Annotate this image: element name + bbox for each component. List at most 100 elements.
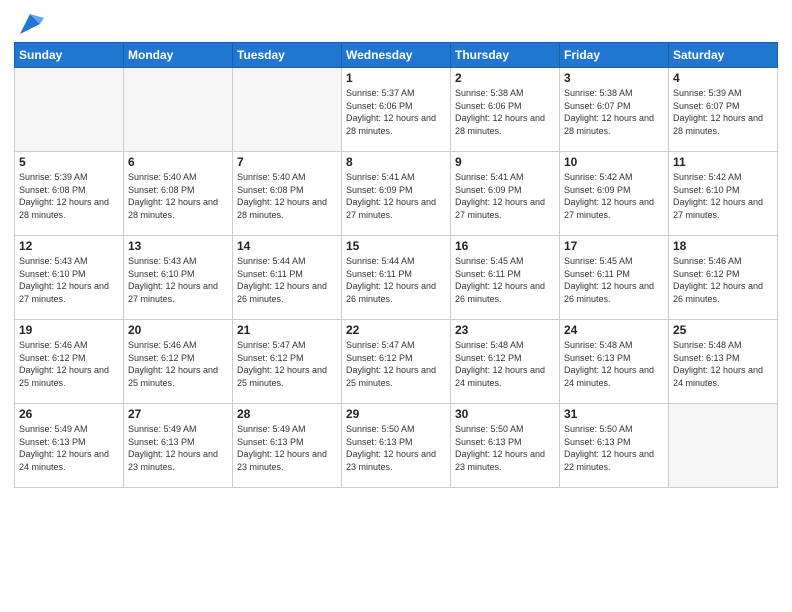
calendar-cell: 26 Sunrise: 5:49 AMSunset: 6:13 PMDayligh… xyxy=(15,404,124,488)
calendar-cell: 17Sunrise: 5:45 AMSunset: 6:11 PMDayligh… xyxy=(560,236,669,320)
day-number: 4 xyxy=(673,71,773,85)
calendar-cell: 8 Sunrise: 5:41 AMSunset: 6:09 PMDaylight… xyxy=(342,152,451,236)
day-number: 20 xyxy=(128,323,228,337)
page: SundayMondayTuesdayWednesdayThursdayFrid… xyxy=(0,0,792,612)
calendar-cell: 21 Sunrise: 5:47 AMSunset: 6:12 PMDayligh… xyxy=(233,320,342,404)
calendar-cell: 15 Sunrise: 5:44 AMSunset: 6:11 PMDayligh… xyxy=(342,236,451,320)
day-info: Sunrise: 5:48 AMSunset: 6:12 PMDaylight:… xyxy=(455,339,555,389)
day-info: Sunrise: 5:46 AMSunset: 6:12 PMDaylight:… xyxy=(19,339,119,389)
day-number: 25 xyxy=(673,323,773,337)
day-number: 10 xyxy=(564,155,664,169)
day-number: 29 xyxy=(346,407,446,421)
day-number: 3 xyxy=(564,71,664,85)
calendar-cell: 18 Sunrise: 5:46 AMSunset: 6:12 PMDayligh… xyxy=(669,236,778,320)
calendar-cell xyxy=(233,68,342,152)
calendar-cell: 3 Sunrise: 5:38 AMSunset: 6:07 PMDaylight… xyxy=(560,68,669,152)
header xyxy=(14,10,778,34)
day-info: Sunrise: 5:42 AMSunset: 6:09 PMDaylight:… xyxy=(564,171,664,221)
day-number: 11 xyxy=(673,155,773,169)
day-number: 7 xyxy=(237,155,337,169)
calendar-cell: 23 Sunrise: 5:48 AMSunset: 6:12 PMDayligh… xyxy=(451,320,560,404)
calendar-table: SundayMondayTuesdayWednesdayThursdayFrid… xyxy=(14,42,778,488)
calendar-cell: 5Sunrise: 5:39 AMSunset: 6:08 PMDaylight… xyxy=(15,152,124,236)
day-info: Sunrise: 5:43 AMSunset: 6:10 PMDaylight:… xyxy=(19,255,119,305)
day-number: 1 xyxy=(346,71,446,85)
logo xyxy=(14,10,44,34)
day-info: Sunrise: 5:41 AMSunset: 6:09 PMDaylight:… xyxy=(455,171,555,221)
calendar-cell: 24Sunrise: 5:48 AMSunset: 6:13 PMDayligh… xyxy=(560,320,669,404)
day-info: Sunrise: 5:45 AMSunset: 6:11 PMDaylight:… xyxy=(564,255,664,305)
day-number: 18 xyxy=(673,239,773,253)
day-number: 16 xyxy=(455,239,555,253)
day-number: 6 xyxy=(128,155,228,169)
calendar-cell xyxy=(15,68,124,152)
day-number: 21 xyxy=(237,323,337,337)
day-number: 5 xyxy=(19,155,119,169)
day-number: 15 xyxy=(346,239,446,253)
weekday-header-wednesday: Wednesday xyxy=(342,43,451,68)
day-number: 9 xyxy=(455,155,555,169)
day-number: 31 xyxy=(564,407,664,421)
week-row-3: 12Sunrise: 5:43 AMSunset: 6:10 PMDayligh… xyxy=(15,236,778,320)
day-info: Sunrise: 5:49 AMSunset: 6:13 PMDaylight:… xyxy=(237,423,337,473)
calendar-cell: 14 Sunrise: 5:44 AMSunset: 6:11 PMDayligh… xyxy=(233,236,342,320)
day-number: 13 xyxy=(128,239,228,253)
day-info: Sunrise: 5:49 AMSunset: 6:13 PMDaylight:… xyxy=(128,423,228,473)
weekday-header-friday: Friday xyxy=(560,43,669,68)
week-row-2: 5Sunrise: 5:39 AMSunset: 6:08 PMDaylight… xyxy=(15,152,778,236)
weekday-header-row: SundayMondayTuesdayWednesdayThursdayFrid… xyxy=(15,43,778,68)
calendar-cell: 25 Sunrise: 5:48 AMSunset: 6:13 PMDayligh… xyxy=(669,320,778,404)
day-number: 28 xyxy=(237,407,337,421)
day-info: Sunrise: 5:49 AMSunset: 6:13 PMDaylight:… xyxy=(19,423,119,473)
day-info: Sunrise: 5:47 AMSunset: 6:12 PMDaylight:… xyxy=(346,339,446,389)
calendar-cell: 19Sunrise: 5:46 AMSunset: 6:12 PMDayligh… xyxy=(15,320,124,404)
week-row-5: 26 Sunrise: 5:49 AMSunset: 6:13 PMDayligh… xyxy=(15,404,778,488)
day-info: Sunrise: 5:46 AMSunset: 6:12 PMDaylight:… xyxy=(673,255,773,305)
calendar-cell: 27 Sunrise: 5:49 AMSunset: 6:13 PMDayligh… xyxy=(124,404,233,488)
day-info: Sunrise: 5:50 AMSunset: 6:13 PMDaylight:… xyxy=(455,423,555,473)
weekday-header-tuesday: Tuesday xyxy=(233,43,342,68)
calendar-cell: 12Sunrise: 5:43 AMSunset: 6:10 PMDayligh… xyxy=(15,236,124,320)
calendar-cell: 1 Sunrise: 5:37 AMSunset: 6:06 PMDaylight… xyxy=(342,68,451,152)
calendar-cell: 2 Sunrise: 5:38 AMSunset: 6:06 PMDaylight… xyxy=(451,68,560,152)
calendar-cell: 9 Sunrise: 5:41 AMSunset: 6:09 PMDaylight… xyxy=(451,152,560,236)
weekday-header-thursday: Thursday xyxy=(451,43,560,68)
day-info: Sunrise: 5:50 AMSunset: 6:13 PMDaylight:… xyxy=(564,423,664,473)
calendar-cell: 16Sunrise: 5:45 AMSunset: 6:11 PMDayligh… xyxy=(451,236,560,320)
day-number: 8 xyxy=(346,155,446,169)
calendar-cell: 13 Sunrise: 5:43 AMSunset: 6:10 PMDayligh… xyxy=(124,236,233,320)
calendar-cell: 28 Sunrise: 5:49 AMSunset: 6:13 PMDayligh… xyxy=(233,404,342,488)
weekday-header-sunday: Sunday xyxy=(15,43,124,68)
calendar-cell: 22 Sunrise: 5:47 AMSunset: 6:12 PMDayligh… xyxy=(342,320,451,404)
calendar-cell: 11Sunrise: 5:42 AMSunset: 6:10 PMDayligh… xyxy=(669,152,778,236)
calendar-cell: 7 Sunrise: 5:40 AMSunset: 6:08 PMDaylight… xyxy=(233,152,342,236)
calendar-cell: 20 Sunrise: 5:46 AMSunset: 6:12 PMDayligh… xyxy=(124,320,233,404)
week-row-1: 1 Sunrise: 5:37 AMSunset: 6:06 PMDaylight… xyxy=(15,68,778,152)
day-info: Sunrise: 5:39 AMSunset: 6:07 PMDaylight:… xyxy=(673,87,773,137)
day-info: Sunrise: 5:50 AMSunset: 6:13 PMDaylight:… xyxy=(346,423,446,473)
day-number: 2 xyxy=(455,71,555,85)
day-number: 24 xyxy=(564,323,664,337)
day-info: Sunrise: 5:44 AMSunset: 6:11 PMDaylight:… xyxy=(346,255,446,305)
day-info: Sunrise: 5:38 AMSunset: 6:07 PMDaylight:… xyxy=(564,87,664,137)
day-info: Sunrise: 5:40 AMSunset: 6:08 PMDaylight:… xyxy=(128,171,228,221)
day-number: 27 xyxy=(128,407,228,421)
calendar-cell: 10 Sunrise: 5:42 AMSunset: 6:09 PMDayligh… xyxy=(560,152,669,236)
day-info: Sunrise: 5:47 AMSunset: 6:12 PMDaylight:… xyxy=(237,339,337,389)
day-number: 26 xyxy=(19,407,119,421)
calendar-cell xyxy=(124,68,233,152)
day-info: Sunrise: 5:37 AMSunset: 6:06 PMDaylight:… xyxy=(346,87,446,137)
calendar-cell: 6 Sunrise: 5:40 AMSunset: 6:08 PMDaylight… xyxy=(124,152,233,236)
day-info: Sunrise: 5:44 AMSunset: 6:11 PMDaylight:… xyxy=(237,255,337,305)
day-info: Sunrise: 5:46 AMSunset: 6:12 PMDaylight:… xyxy=(128,339,228,389)
day-info: Sunrise: 5:48 AMSunset: 6:13 PMDaylight:… xyxy=(673,339,773,389)
logo-icon xyxy=(16,10,44,38)
day-info: Sunrise: 5:41 AMSunset: 6:09 PMDaylight:… xyxy=(346,171,446,221)
day-info: Sunrise: 5:38 AMSunset: 6:06 PMDaylight:… xyxy=(455,87,555,137)
day-number: 22 xyxy=(346,323,446,337)
day-number: 14 xyxy=(237,239,337,253)
day-number: 23 xyxy=(455,323,555,337)
day-info: Sunrise: 5:40 AMSunset: 6:08 PMDaylight:… xyxy=(237,171,337,221)
day-info: Sunrise: 5:43 AMSunset: 6:10 PMDaylight:… xyxy=(128,255,228,305)
calendar-cell xyxy=(669,404,778,488)
